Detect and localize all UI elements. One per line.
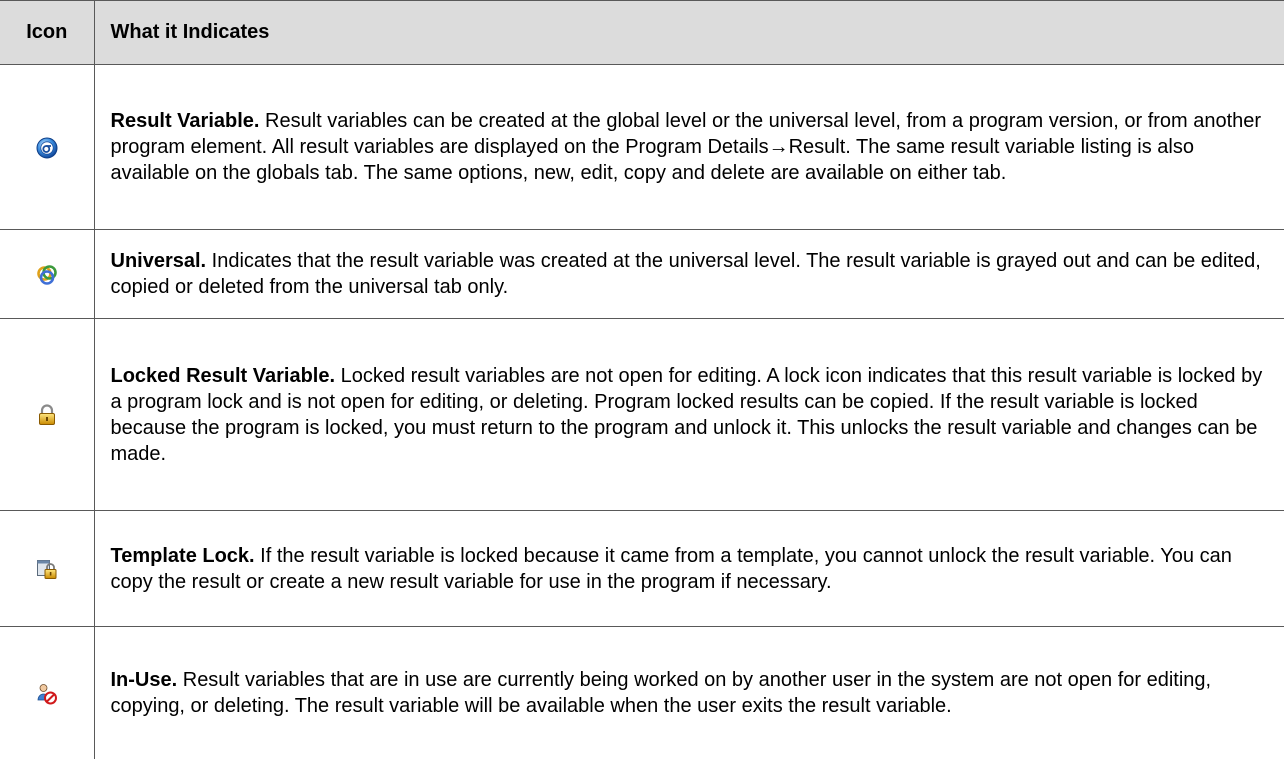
table-row: Universal. Indicates that the result var… xyxy=(0,230,1284,319)
row-text: If the result variable is locked because… xyxy=(111,545,1232,593)
universal-rings-icon xyxy=(36,264,58,286)
row-text: Indicates that the result variable was c… xyxy=(111,250,1261,298)
in-use-user-icon xyxy=(36,683,58,705)
row-text: Result variables that are in use are cur… xyxy=(111,669,1212,717)
icon-cell xyxy=(0,627,94,759)
row-title: Locked Result Variable. xyxy=(111,365,336,387)
row-title: Template Lock. xyxy=(111,545,255,567)
table-row: Locked Result Variable. Locked result va… xyxy=(0,319,1284,511)
arrow-symbol: → xyxy=(769,136,789,158)
icon-cell xyxy=(0,65,94,230)
table-row: In-Use. Result variables that are in use… xyxy=(0,627,1284,759)
icon-cell xyxy=(0,511,94,627)
template-lock-icon xyxy=(36,558,58,580)
header-description: What it Indicates xyxy=(94,1,1284,65)
description-cell: Template Lock. If the result variable is… xyxy=(94,511,1284,627)
row-title: Universal. xyxy=(111,250,207,272)
result-variable-sigma-icon xyxy=(36,137,58,159)
icon-cell xyxy=(0,319,94,511)
table-header-row: Icon What it Indicates xyxy=(0,1,1284,65)
row-title: Result Variable. xyxy=(111,110,260,132)
description-cell: Universal. Indicates that the result var… xyxy=(94,230,1284,319)
table-row: Template Lock. If the result variable is… xyxy=(0,511,1284,627)
header-icon: Icon xyxy=(0,1,94,65)
description-cell: Locked Result Variable. Locked result va… xyxy=(94,319,1284,511)
icon-legend-table: Icon What it Indicates xyxy=(0,0,1284,759)
lock-icon xyxy=(37,404,57,426)
description-cell: In-Use. Result variables that are in use… xyxy=(94,627,1284,759)
table-row: Result Variable. Result variables can be… xyxy=(0,65,1284,230)
row-title: In-Use. xyxy=(111,669,178,691)
description-cell: Result Variable. Result variables can be… xyxy=(94,65,1284,230)
icon-cell xyxy=(0,230,94,319)
